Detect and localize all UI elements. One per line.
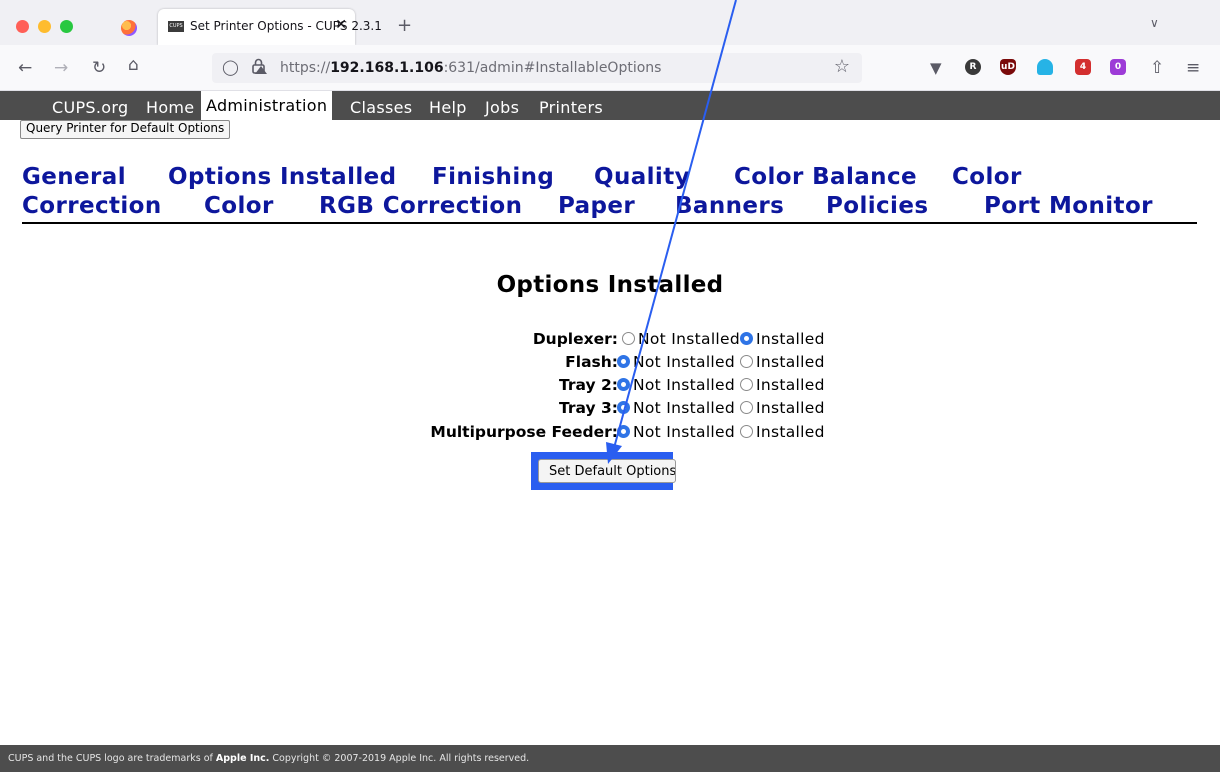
tray3-not-installed-option[interactable]: Not Installed <box>617 399 735 417</box>
section-finishing[interactable]: Finishing <box>432 164 554 190</box>
query-printer-button[interactable]: Query Printer for Default Options <box>20 120 231 139</box>
radio-icon[interactable] <box>740 378 753 391</box>
minimize-window-button[interactable] <box>38 20 51 33</box>
page-footer: CUPS and the CUPS logo are trademarks of… <box>0 745 1220 772</box>
section-port-monitor[interactable]: Port Monitor <box>984 193 1153 219</box>
section-general[interactable]: General <box>22 164 126 190</box>
multipurpose-feeder-installed-option[interactable]: Installed <box>740 423 825 441</box>
radio-selected-icon[interactable] <box>617 401 630 414</box>
radio-selected-icon[interactable] <box>617 355 630 368</box>
duplexer-not-installed-option[interactable]: Not Installed <box>622 330 740 348</box>
back-arrow-icon[interactable]: ← <box>18 58 32 78</box>
maximize-window-button[interactable] <box>60 20 73 33</box>
tab-strip: CUPS Set Printer Options - CUPS 2.3.1 ✕ … <box>0 0 1220 45</box>
duplexer-installed-option[interactable]: Installed <box>740 330 825 348</box>
tray3-installed-option[interactable]: Installed <box>740 399 825 417</box>
radio-selected-icon[interactable] <box>740 332 753 345</box>
close-tab-icon[interactable]: ✕ <box>335 17 347 33</box>
section-color-balance[interactable]: Color Balance <box>734 164 917 190</box>
active-tab[interactable]: CUPS Set Printer Options - CUPS 2.3.1 ✕ <box>158 9 382 45</box>
radio-icon[interactable] <box>740 355 753 368</box>
url-bar[interactable]: ◯ https://192.168.1.106:631/admin#Instal… <box>212 53 862 83</box>
tray2-installed-option[interactable]: Installed <box>740 376 825 394</box>
lock-warning-icon[interactable] <box>250 57 268 75</box>
reload-icon[interactable]: ↻ <box>92 58 106 78</box>
section-color-correction-start[interactable]: Color <box>952 164 1022 190</box>
option-section-tabs: General Options Installed Finishing Qual… <box>22 164 1197 224</box>
nav-home[interactable]: Home <box>146 98 194 117</box>
tracking-shield-icon[interactable]: ◯ <box>222 58 239 76</box>
ghostery-icon[interactable] <box>1037 59 1053 75</box>
new-tab-button[interactable]: + <box>397 15 412 36</box>
extension-r-icon[interactable]: R <box>965 59 981 75</box>
section-paper[interactable]: Paper <box>558 193 635 219</box>
tray2-label: Tray 2: <box>559 376 618 394</box>
bookmark-star-icon[interactable]: ☆ <box>834 56 850 77</box>
multipurpose-feeder-label: Multipurpose Feeder: <box>430 423 618 441</box>
flash-installed-option[interactable]: Installed <box>740 353 825 371</box>
extension-4-icon[interactable]: 4 <box>1075 59 1091 75</box>
nav-cups-org[interactable]: CUPS.org <box>52 98 128 117</box>
tray3-row: Tray 3: Not Installed Installed <box>0 399 1220 421</box>
ublock-origin-icon[interactable]: uD <box>1000 59 1016 75</box>
set-default-options-button[interactable]: Set Default Options <box>538 459 676 483</box>
cups-favicon-icon: CUPS <box>168 21 184 32</box>
extension-badge-icon[interactable]: 0 <box>1110 59 1126 75</box>
forward-arrow-icon[interactable]: → <box>54 58 68 78</box>
nav-help[interactable]: Help <box>429 98 467 117</box>
url-text: https://192.168.1.106:631/admin#Installa… <box>280 60 662 76</box>
radio-selected-icon[interactable] <box>617 425 630 438</box>
radio-selected-icon[interactable] <box>617 378 630 391</box>
firefox-view-icon[interactable] <box>121 20 137 36</box>
home-icon[interactable]: ⌂ <box>128 55 139 75</box>
radio-icon[interactable] <box>622 332 635 345</box>
tray2-row: Tray 2: Not Installed Installed <box>0 376 1220 398</box>
flash-not-installed-option[interactable]: Not Installed <box>617 353 735 371</box>
share-icon[interactable]: ⇧ <box>1150 58 1164 78</box>
flash-label: Flash: <box>565 353 618 371</box>
tray2-not-installed-option[interactable]: Not Installed <box>617 376 735 394</box>
multipurpose-feeder-not-installed-option[interactable]: Not Installed <box>617 423 735 441</box>
navigation-toolbar: ← → ↻ ⌂ ◯ https://192.168.1.106:631/admi… <box>0 45 1220 91</box>
radio-icon[interactable] <box>740 425 753 438</box>
section-color[interactable]: Color <box>204 193 274 219</box>
radio-icon[interactable] <box>740 401 753 414</box>
close-window-button[interactable] <box>16 20 29 33</box>
cups-navigation: CUPS.org Home Administration Classes Hel… <box>0 91 1220 120</box>
section-rgb-correction[interactable]: RGB Correction <box>319 193 522 219</box>
section-color-correction-end[interactable]: Correction <box>22 193 162 219</box>
nav-printers[interactable]: Printers <box>539 98 603 117</box>
nav-jobs[interactable]: Jobs <box>485 98 519 117</box>
section-options-installed[interactable]: Options Installed <box>168 164 397 190</box>
tray3-label: Tray 3: <box>559 399 618 417</box>
section-policies[interactable]: Policies <box>826 193 928 219</box>
pocket-icon[interactable]: ▼ <box>930 59 942 77</box>
menu-hamburger-icon[interactable]: ≡ <box>1186 58 1200 78</box>
duplexer-row: Duplexer: Not Installed Installed <box>0 330 1220 352</box>
duplexer-label: Duplexer: <box>532 330 618 348</box>
multipurpose-feeder-row: Multipurpose Feeder: Not Installed Insta… <box>0 423 1220 445</box>
chevron-down-icon[interactable]: ∨ <box>1150 16 1159 30</box>
section-quality[interactable]: Quality <box>594 164 690 190</box>
tab-title: Set Printer Options - CUPS 2.3.1 <box>190 19 382 33</box>
section-banners[interactable]: Banners <box>675 193 784 219</box>
nav-classes[interactable]: Classes <box>350 98 412 117</box>
page-title: Options Installed <box>496 272 724 298</box>
flash-row: Flash: Not Installed Installed <box>0 353 1220 375</box>
browser-window: CUPS Set Printer Options - CUPS 2.3.1 ✕ … <box>0 0 1220 772</box>
nav-administration[interactable]: Administration <box>201 91 333 120</box>
